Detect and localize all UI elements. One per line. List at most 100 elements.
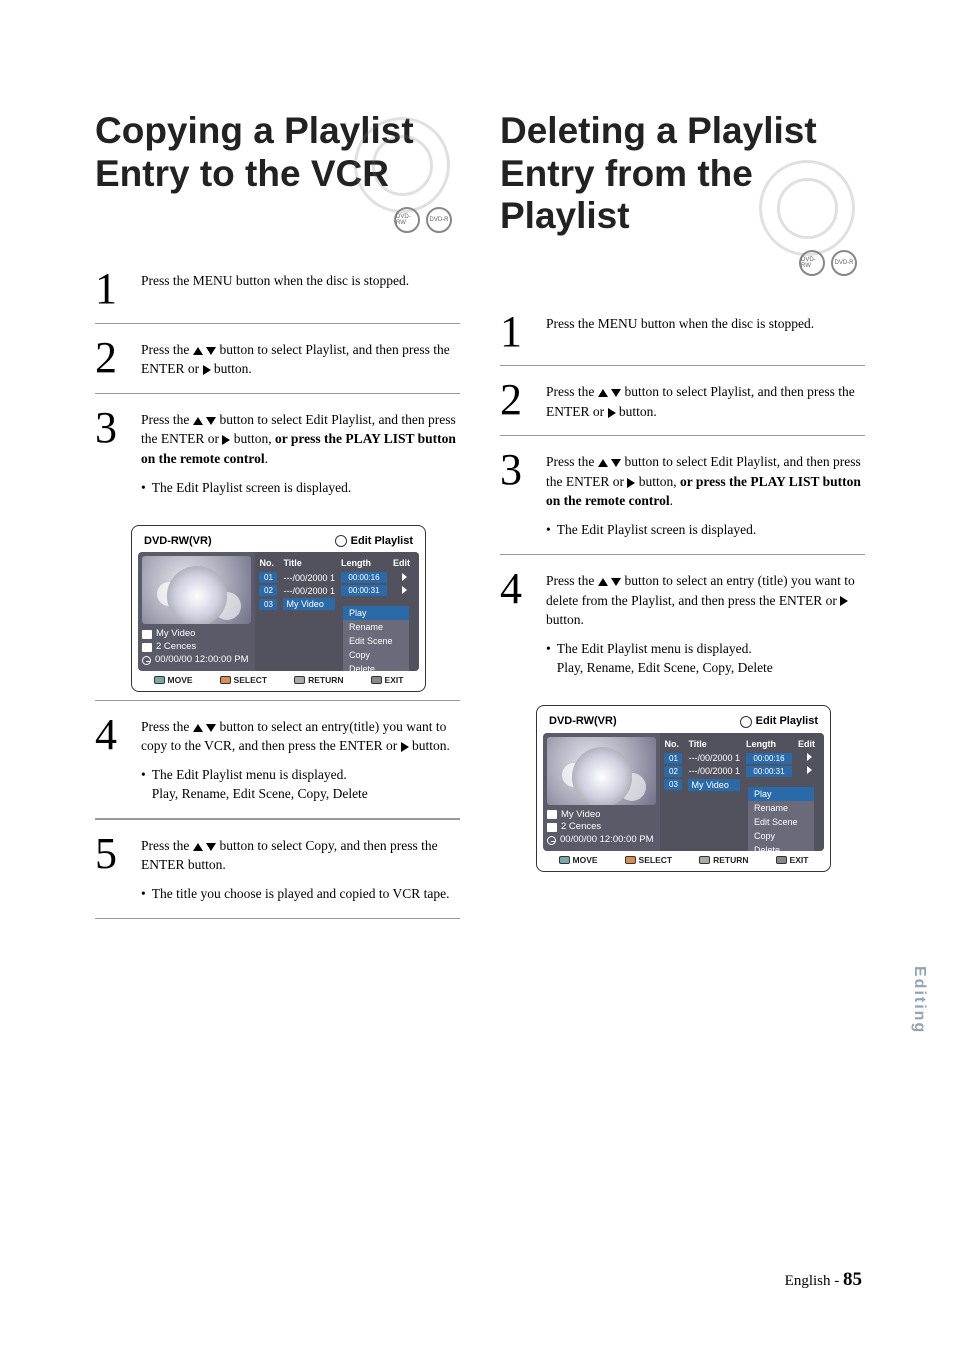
- osd-meta-title: My Video: [156, 628, 195, 641]
- step-text: .: [265, 451, 268, 466]
- clock-icon: [142, 656, 151, 665]
- osd-row-edit: [393, 586, 415, 596]
- osd-meta-scenes: 2 Cences: [561, 821, 601, 834]
- arrow-up-icon: [598, 389, 608, 397]
- step-text: Press the: [141, 342, 193, 357]
- osd-row-no: 01: [664, 753, 682, 764]
- osd-footer-select: SELECT: [234, 675, 268, 685]
- step-number: 1: [500, 312, 532, 352]
- step-number: 1: [95, 269, 127, 309]
- osd-row-length: 00:00:16: [746, 753, 792, 764]
- arrow-right-icon: [402, 573, 407, 581]
- osd-row-no: 02: [259, 585, 277, 596]
- osd-row-no: 03: [664, 779, 682, 790]
- osd-row-title: My Video: [688, 779, 740, 791]
- page-content: Copying a Playlist Entry to the VCR DVD-…: [95, 110, 865, 919]
- osd-footer-return: RETURN: [308, 675, 343, 685]
- osd-row-edit: [393, 573, 415, 583]
- popup-item: Play: [748, 787, 814, 801]
- arrow-up-icon: [193, 347, 203, 355]
- arrow-down-icon: [611, 389, 621, 397]
- arrow-right-icon: [840, 596, 848, 606]
- bullet-marker: •: [141, 479, 146, 498]
- decorative-rings: [725, 161, 855, 256]
- step-text: button.: [211, 361, 252, 376]
- osd-footer-move: MOVE: [168, 675, 193, 685]
- step: 5 Press the button to select Copy, and t…: [95, 819, 460, 919]
- step-text: .: [670, 493, 673, 508]
- bullet-text: Play, Rename, Edit Scene, Copy, Delete: [152, 786, 368, 801]
- bullet-marker: •: [546, 640, 551, 678]
- page-footer: English - 85: [785, 1269, 862, 1291]
- step-text: Press the: [141, 719, 193, 734]
- step-body: Press the button to select Edit Playlist…: [141, 408, 460, 498]
- popup-item: Copy: [748, 829, 814, 843]
- arrow-right-icon: [807, 753, 812, 761]
- side-tab: Editing: [910, 966, 928, 1034]
- osd-meta-time: 00/00/00 12:00:00 PM: [560, 834, 654, 847]
- step-number: 3: [500, 450, 532, 540]
- step: 1 Press the MENU button when the disc is…: [95, 255, 460, 324]
- osd-meta-scenes: 2 Cences: [156, 641, 196, 654]
- osd-screenshot: DVD-RW(VR) Edit Playlist My Video 2 Cenc…: [131, 525, 426, 692]
- arrow-right-icon: [608, 408, 616, 418]
- arrow-right-icon: [807, 766, 812, 774]
- arrow-up-icon: [598, 578, 608, 586]
- osd-row-length: 00:00:16: [341, 572, 387, 583]
- title-icon: [547, 810, 557, 819]
- osd-col-edit: Edit: [798, 739, 820, 749]
- osd-row-title: ---/00/2000 1: [688, 766, 740, 776]
- bullet-text: The title you choose is played and copie…: [152, 885, 450, 904]
- osd-popup: Play Rename Edit Scene Copy Delete: [748, 787, 814, 851]
- osd-row-no: 01: [259, 572, 277, 583]
- footer-sep: -: [831, 1273, 844, 1289]
- step-number: 3: [95, 408, 127, 498]
- arrow-up-icon: [193, 843, 203, 851]
- page-number: 85: [843, 1269, 862, 1290]
- step: 3 Press the button to select Edit Playli…: [500, 436, 865, 555]
- arrow-up-icon: [193, 724, 203, 732]
- osd-row-title: ---/00/2000 1: [283, 586, 335, 596]
- arrow-down-icon: [206, 724, 216, 732]
- bullet-text: The Edit Playlist menu is displayed.: [152, 767, 347, 782]
- osd-footer-exit: EXIT: [790, 855, 809, 865]
- bullet-marker: •: [141, 766, 146, 804]
- osd-screenshot: DVD-RW(VR) Edit Playlist My Video 2 Cenc…: [536, 705, 831, 872]
- osd-row-length: [746, 784, 792, 786]
- step-text: Press the: [546, 454, 598, 469]
- step-text: Press the MENU button when the disc is s…: [546, 316, 814, 331]
- step-text: button,: [230, 431, 275, 446]
- clock-icon: [547, 836, 556, 845]
- right-column: Deleting a Playlist Entry from the Playl…: [500, 110, 865, 919]
- step-body: Press the button to select Edit Playlist…: [546, 450, 865, 540]
- step-body: Press the MENU button when the disc is s…: [141, 269, 409, 309]
- bullet-text: The Edit Playlist screen is displayed.: [557, 521, 756, 540]
- title-icon: [142, 630, 152, 639]
- key-icon: [294, 676, 305, 684]
- step-text: Press the: [141, 838, 193, 853]
- decorative-rings: [320, 118, 450, 213]
- popup-item: Delete: [343, 662, 409, 670]
- bullet: • The Edit Playlist screen is displayed.: [546, 521, 865, 540]
- osd-row-edit: [798, 753, 820, 763]
- osd-title: Edit Playlist: [740, 715, 818, 727]
- key-icon: [154, 676, 165, 684]
- osd-row-title: ---/00/2000 1: [283, 573, 335, 583]
- popup-item: Rename: [343, 620, 409, 634]
- key-icon: [776, 856, 787, 864]
- popup-item: Rename: [748, 801, 814, 815]
- step-body: Press the button to select an entry(titl…: [141, 715, 460, 804]
- osd-row-length: 00:00:31: [746, 766, 792, 777]
- bullet-marker: •: [546, 521, 551, 540]
- osd-title: Edit Playlist: [335, 535, 413, 547]
- arrow-up-icon: [598, 459, 608, 467]
- osd-col-title: Title: [283, 558, 335, 568]
- osd-col-title: Title: [688, 739, 740, 749]
- bullet: • The Edit Playlist menu is displayed. P…: [141, 766, 460, 804]
- osd-footer-exit: EXIT: [385, 675, 404, 685]
- osd-disc-label: DVD-RW(VR): [144, 535, 212, 547]
- key-icon: [699, 856, 710, 864]
- arrow-down-icon: [206, 347, 216, 355]
- bullet: • The Edit Playlist screen is displayed.: [141, 479, 460, 498]
- bullet-text: The Edit Playlist menu is displayed.: [557, 641, 752, 656]
